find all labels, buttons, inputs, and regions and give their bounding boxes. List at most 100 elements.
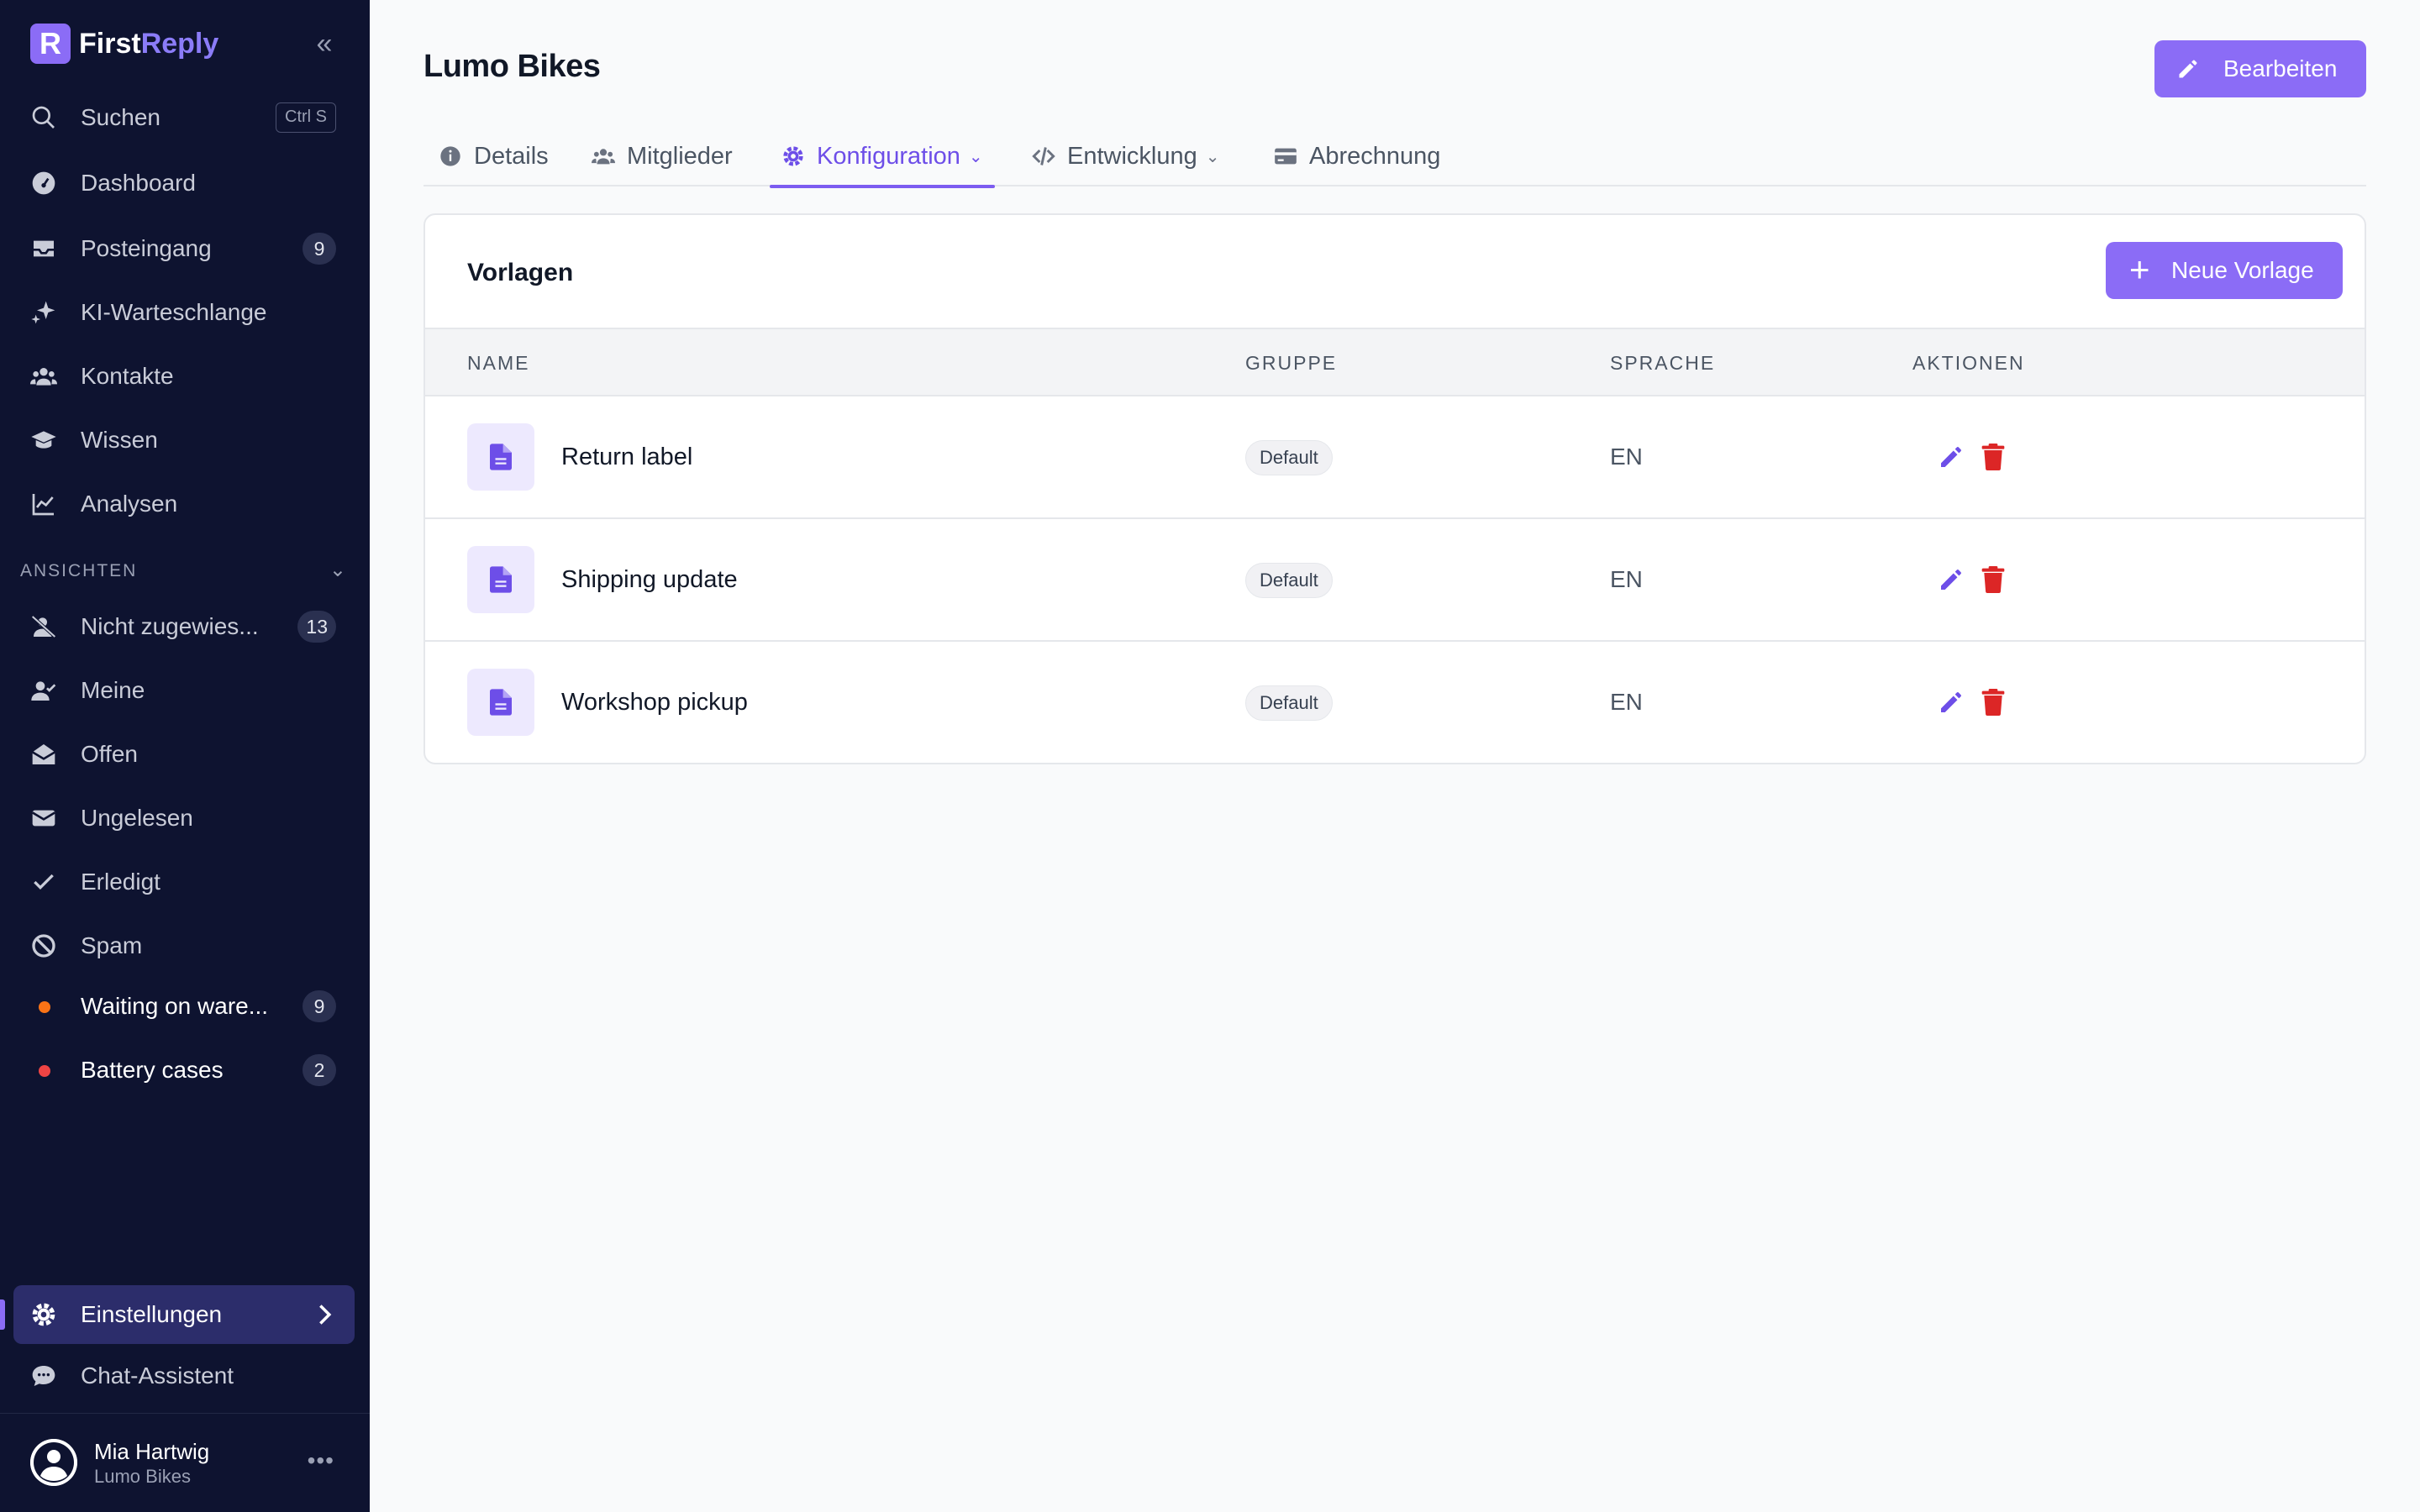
search-label: Suchen (81, 104, 160, 130)
sidebar-view-spam[interactable]: Spam (13, 919, 355, 973)
tab-konfiguration[interactable]: Konfiguration ⌄ (770, 126, 995, 188)
tab-abrechnung[interactable]: Abrechnung (1274, 126, 1440, 186)
edit-button-label: Bearbeiten (2223, 55, 2338, 81)
template-name[interactable]: Return label (561, 396, 692, 517)
new-template-button[interactable]: + Neue Vorlage (2106, 242, 2343, 299)
users-icon (30, 363, 57, 390)
table-header: NAME GRUPPE SPRACHE AKTIONEN (425, 328, 2365, 396)
brand-name: FirstReply (79, 27, 219, 60)
sidebar-item-analysen[interactable]: Analysen (13, 477, 355, 531)
gear-icon (783, 146, 803, 166)
tab-label: Abrechnung (1309, 142, 1441, 170)
sidebar-item-kontakte[interactable]: Kontakte (13, 349, 355, 403)
column-header-sprache[interactable]: SPRACHE (1610, 329, 1715, 396)
page-title: Lumo Bikes (424, 49, 601, 84)
plus-icon: + (2129, 249, 2150, 289)
sidebar-item-einstellungen[interactable]: Einstellungen (13, 1285, 355, 1344)
sidebar-item-label: KI-Warteschlange (81, 299, 267, 325)
user-slash-icon (30, 613, 57, 640)
document-icon (467, 546, 534, 613)
tab-bar: Details Mitglieder Konfiguration ⌄ Entwi… (424, 126, 2366, 188)
envelope-icon (30, 805, 57, 832)
sidebar-view-battery-cases[interactable]: Battery cases 2 (13, 1043, 355, 1097)
sidebar-item-label: Analysen (81, 491, 178, 517)
brand-logo[interactable]: R FirstReply (30, 24, 218, 64)
search-shortcut: Ctrl S (276, 102, 336, 133)
more-options-icon[interactable]: ••• (308, 1447, 334, 1474)
views-section-heading[interactable]: ANSICHTEN ⌄ (20, 559, 348, 581)
tab-label: Entwicklung (1067, 142, 1197, 170)
search-button[interactable]: Suchen Ctrl S (13, 91, 355, 144)
card-title: Vorlagen (467, 259, 574, 286)
sidebar-view-offen[interactable]: Offen (13, 727, 355, 781)
table-row[interactable]: Workshop pickup Default EN (425, 642, 2365, 763)
sidebar-item-ki-warteschlange[interactable]: KI-Warteschlange (13, 286, 355, 339)
sidebar-view-label: Waiting on ware... (81, 993, 269, 1019)
column-header-gruppe[interactable]: GRUPPE (1245, 329, 1337, 396)
ban-icon (30, 932, 57, 959)
trash-icon[interactable] (1981, 689, 2005, 716)
dashboard-icon (30, 170, 57, 197)
user-check-icon (30, 677, 57, 704)
chevron-down-icon: ⌄ (329, 559, 348, 581)
trash-icon[interactable] (1981, 566, 2005, 593)
sidebar-view-label: Erledigt (81, 869, 160, 895)
table-row[interactable]: Shipping update Default EN (425, 519, 2365, 642)
trash-icon[interactable] (1981, 444, 2005, 470)
credit-card-icon (1275, 148, 1297, 165)
sidebar-item-dashboard[interactable]: Dashboard (13, 156, 355, 210)
tab-details[interactable]: Details (439, 126, 549, 186)
settings-label: Einstellungen (81, 1301, 223, 1327)
sidebar-item-label: Posteingang (81, 235, 212, 261)
sidebar-view-nicht-zugewiesen[interactable]: Nicht zugewies... 13 (13, 600, 355, 654)
view-count-badge: 2 (302, 1054, 336, 1086)
inbox-count-badge: 9 (302, 233, 336, 265)
tab-label: Details (474, 142, 549, 170)
edit-pencil-icon[interactable] (1938, 689, 1965, 716)
sidebar-item-chat-assistent[interactable]: Chat-Assistent (13, 1349, 355, 1403)
sidebar-view-label: Battery cases (81, 1057, 224, 1083)
sidebar-view-ungelesen[interactable]: Ungelesen (13, 791, 355, 845)
group-badge: Default (1245, 440, 1333, 475)
sparkles-icon (30, 299, 57, 326)
info-circle-icon (440, 146, 460, 166)
sidebar-item-posteingang[interactable]: Posteingang 9 (13, 222, 355, 276)
document-icon (467, 669, 534, 736)
users-icon (592, 149, 615, 165)
chart-line-icon (30, 491, 57, 517)
chat-bubble-icon (30, 1362, 57, 1389)
group-badge: Default (1245, 685, 1333, 721)
sidebar-view-meine[interactable]: Meine (13, 664, 355, 717)
template-name[interactable]: Workshop pickup (561, 642, 748, 763)
sidebar-item-wissen[interactable]: Wissen (13, 413, 355, 467)
code-icon (1032, 147, 1055, 165)
inbox-icon (30, 235, 57, 262)
envelope-open-icon (30, 741, 57, 768)
sidebar-view-label: Offen (81, 741, 138, 767)
sidebar-view-waiting-on-warehouse[interactable]: Waiting on ware... 9 (13, 979, 355, 1033)
sidebar-view-label: Meine (81, 677, 145, 703)
sidebar-view-label: Ungelesen (81, 805, 193, 831)
red-dot-icon (39, 1065, 50, 1077)
gear-icon (30, 1301, 57, 1328)
group-badge: Default (1245, 563, 1333, 598)
template-name[interactable]: Shipping update (561, 519, 738, 640)
pencil-icon (2179, 60, 2197, 78)
document-icon (467, 423, 534, 491)
tab-entwicklung[interactable]: Entwicklung ⌄ (1032, 126, 1220, 186)
column-header-name[interactable]: NAME (467, 329, 529, 396)
template-language: EN (1610, 689, 1643, 715)
edit-pencil-icon[interactable] (1938, 444, 1965, 470)
user-profile[interactable]: Mia Hartwig Lumo Bikes ••• (0, 1413, 370, 1512)
sidebar-item-label: Kontakte (81, 363, 174, 389)
sidebar-view-label: Spam (81, 932, 143, 958)
edit-pencil-icon[interactable] (1938, 566, 1965, 593)
chevron-right-icon (313, 1303, 336, 1326)
sidebar-item-label: Wissen (81, 427, 158, 453)
table-row[interactable]: Return label Default EN (425, 396, 2365, 519)
collapse-sidebar-icon[interactable]: « (308, 27, 341, 60)
tab-mitglieder[interactable]: Mitglieder (592, 126, 733, 186)
edit-button[interactable]: Bearbeiten (2154, 40, 2366, 97)
sidebar: R FirstReply « Suchen Ctrl S Dashboard P… (0, 0, 370, 1512)
sidebar-view-erledigt[interactable]: Erledigt (13, 855, 355, 909)
